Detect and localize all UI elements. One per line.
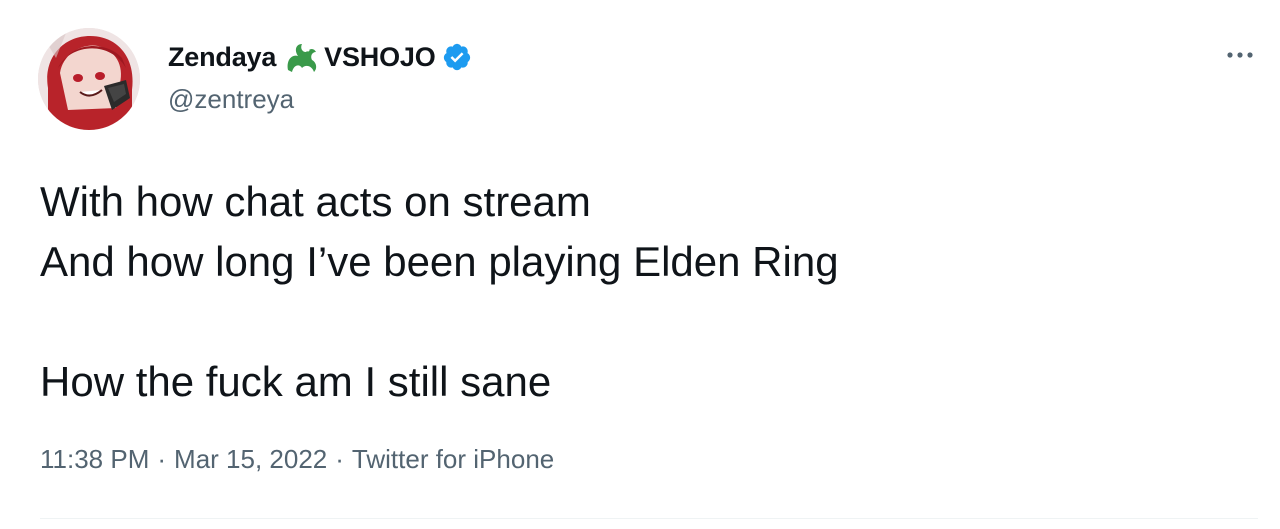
author-display-name[interactable]: Zendaya <box>168 42 276 73</box>
tweet-card: Zendaya VSHOJO @zentreya With how chat a… <box>0 0 1280 529</box>
tweet-date[interactable]: Mar 15, 2022 <box>174 444 327 474</box>
tweet-text-line: How the fuck am I still sane <box>40 358 552 405</box>
meta-separator: · <box>157 444 167 474</box>
tweet-text-line: With how chat acts on stream <box>40 178 591 225</box>
tweet-source[interactable]: Twitter for iPhone <box>352 444 554 474</box>
affiliation-label[interactable]: VSHOJO <box>324 42 436 73</box>
avatar-image <box>38 28 140 130</box>
verified-icon <box>442 42 472 72</box>
tweet-time[interactable]: 11:38 PM <box>40 444 149 474</box>
meta-separator: · <box>335 444 344 474</box>
more-options-button[interactable] <box>1218 38 1262 72</box>
more-options-icon <box>1227 52 1253 58</box>
divider <box>40 518 1258 519</box>
author-name-row[interactable]: Zendaya VSHOJO <box>168 40 472 74</box>
avatar[interactable] <box>38 28 140 130</box>
tweet-metadata: 11:38 PM · Mar 15, 2022 · Twitter for iPhone <box>40 444 554 475</box>
author-handle[interactable]: @zentreya <box>168 84 294 115</box>
tweet-text-line: And how long I’ve been playing Elden Rin… <box>40 238 839 285</box>
tweet-text: With how chat acts on stream And how lon… <box>40 172 1240 412</box>
dragon-icon <box>284 40 320 74</box>
